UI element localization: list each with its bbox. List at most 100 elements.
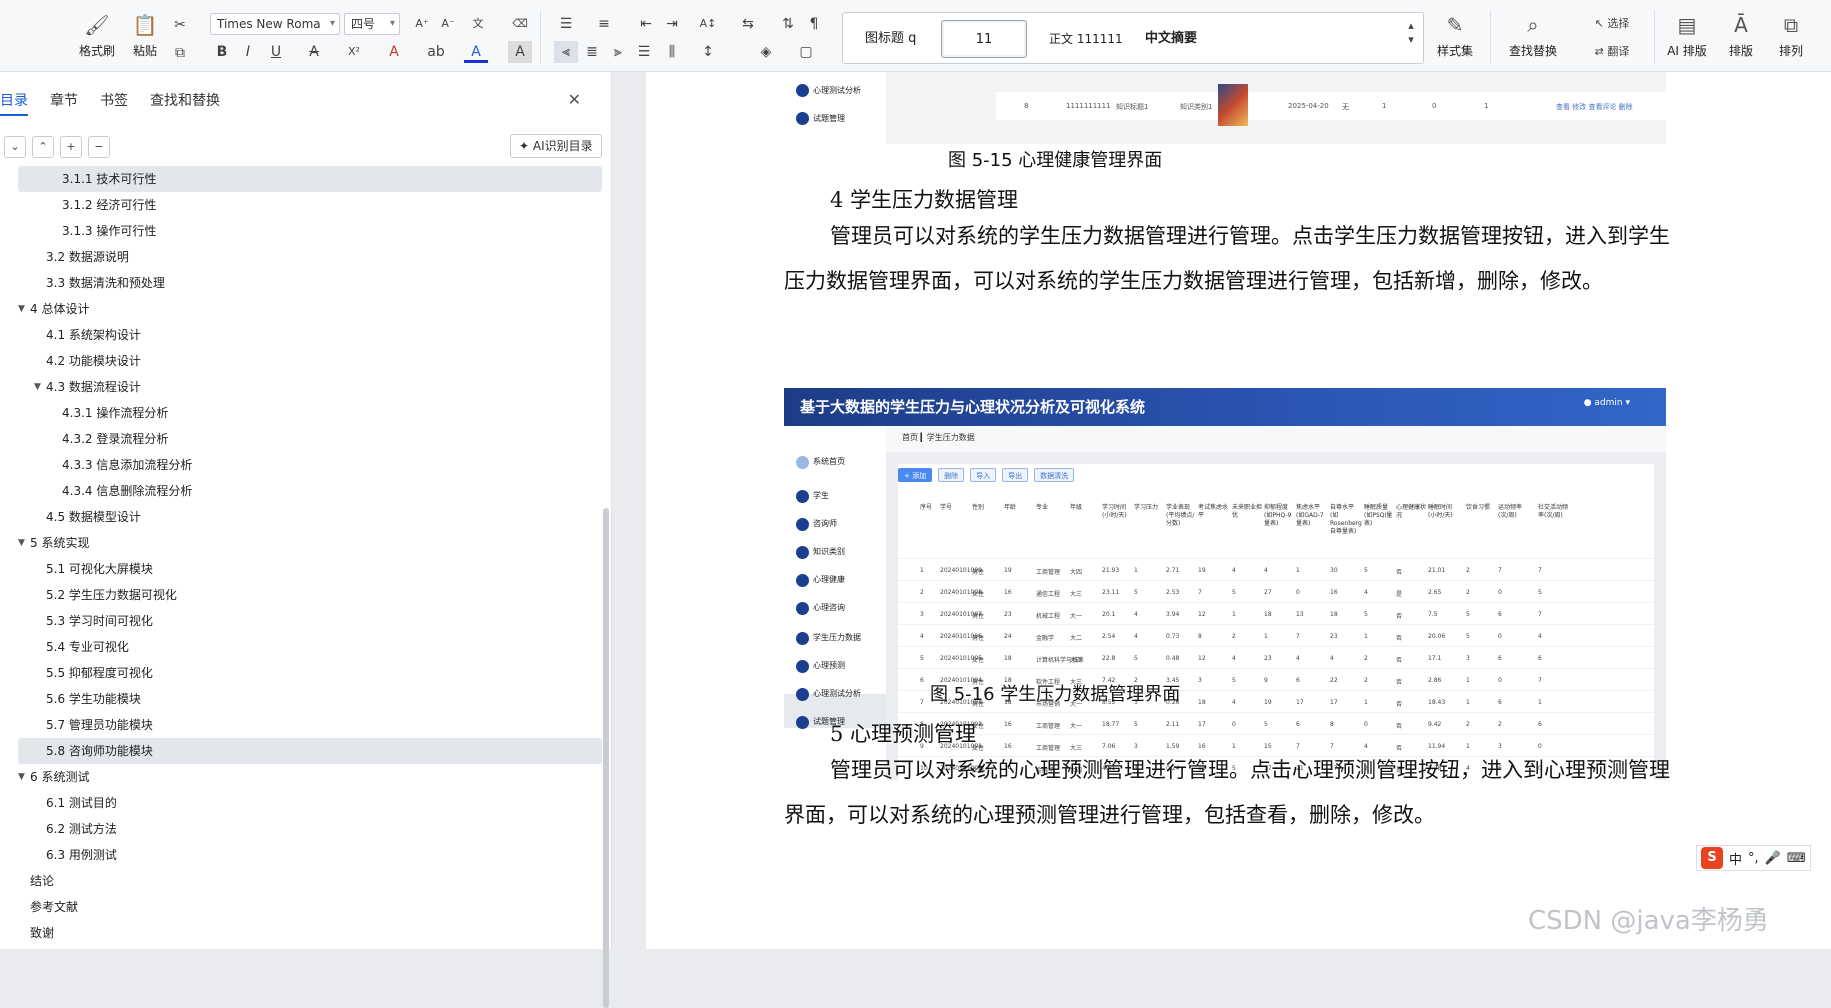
ime-mode[interactable]: 中 <box>1729 849 1742 868</box>
toc-item[interactable]: 5.8 咨询师功能模块 <box>18 738 602 764</box>
strikethrough-icon[interactable]: A <box>302 41 326 63</box>
toc-item[interactable]: 6.2 测试方法 <box>18 816 602 842</box>
layout-button[interactable]: Ā 排版 <box>1718 12 1764 64</box>
toc-item[interactable]: 4.3.1 操作流程分析 <box>18 400 602 426</box>
keyboard-icon[interactable]: ⌨ <box>1787 851 1806 866</box>
toc-item[interactable]: 4.1 系统架构设计 <box>18 322 602 348</box>
paste-button[interactable]: 📋 粘贴 <box>122 12 168 64</box>
tab-toc[interactable]: 目录 <box>0 90 28 116</box>
toc-item[interactable]: 4.3.4 信息删除流程分析 <box>18 478 602 504</box>
grow-font-icon[interactable]: A⁺ <box>410 13 434 35</box>
copy-icon[interactable]: ⧉ <box>168 42 192 64</box>
style-item[interactable]: 图标题 q <box>855 20 926 58</box>
superscript-icon[interactable]: X² <box>342 41 366 63</box>
text-direction-icon[interactable]: A↕ <box>696 13 720 35</box>
decrease-indent-icon[interactable]: ⇤ <box>634 13 658 35</box>
toc-item[interactable]: 3.1.3 操作可行性 <box>18 218 602 244</box>
cut-icon[interactable]: ✂ <box>168 14 192 36</box>
justify-icon[interactable]: ☰ <box>632 41 656 63</box>
style-item[interactable]: 中文摘要 <box>1135 20 1207 58</box>
toc-item[interactable]: 5.4 专业可视化 <box>18 634 602 660</box>
chevron-down-icon[interactable]: ⌄ <box>4 136 26 158</box>
increase-indent-icon[interactable]: ⇥ <box>660 13 684 35</box>
show-marks-icon[interactable]: ¶ <box>802 13 826 35</box>
toc-item[interactable]: 6.1 测试目的 <box>18 790 602 816</box>
highlight-icon[interactable]: ab <box>424 41 448 63</box>
toc-item[interactable]: ▼ 5 系统实现 <box>18 530 602 556</box>
toc-item[interactable]: 6.3 用例测试 <box>18 842 602 868</box>
style-item-selected[interactable]: 11 <box>941 20 1027 58</box>
char-shading-icon[interactable]: A <box>508 41 532 63</box>
font-size-select[interactable]: 四号 ▾ <box>344 13 400 35</box>
scrollbar[interactable] <box>603 508 609 1008</box>
app-nav-label: 系统首页 <box>813 457 845 466</box>
scroll-down-icon[interactable]: ▾ <box>1401 29 1421 51</box>
ime-toolbar[interactable]: S 中 °, 🎤 ⌨ <box>1696 845 1811 871</box>
tab-find-replace[interactable]: 查找和替换 <box>150 90 220 116</box>
expand-triangle-icon[interactable]: ▼ <box>18 530 25 556</box>
layout-icon: Ā <box>1734 13 1748 37</box>
toc-item[interactable]: 5.5 抑郁程度可视化 <box>18 660 602 686</box>
tab-bookmarks[interactable]: 书签 <box>100 90 128 116</box>
toc-item[interactable]: 3.2 数据源说明 <box>18 244 602 270</box>
underline-icon[interactable]: U <box>264 41 288 63</box>
toc-item[interactable]: 结论 <box>18 868 602 894</box>
styles-set-button[interactable]: ✎ 样式集 <box>1432 12 1478 64</box>
toc-item[interactable]: 致谢 <box>18 920 602 946</box>
find-replace-button[interactable]: ⌕ 查找替换 <box>1509 12 1557 64</box>
arrange-button[interactable]: ⧉ 排列 <box>1768 12 1814 64</box>
distribute-icon[interactable]: ⫼ <box>660 41 684 63</box>
font-color-icon[interactable]: A <box>464 41 488 63</box>
toc-item[interactable]: 5.6 学生功能模块 <box>18 686 602 712</box>
style-item[interactable]: 正文 111111 <box>1039 20 1133 58</box>
ai-toc-button[interactable]: ✦ AI识别目录 <box>510 134 602 158</box>
toc-item[interactable]: ▼ 4 总体设计 <box>18 296 602 322</box>
expand-triangle-icon[interactable]: ▼ <box>18 296 25 322</box>
minus-icon[interactable]: − <box>88 136 110 158</box>
toc-item[interactable]: 5.7 管理员功能模块 <box>18 712 602 738</box>
punctuation-icon[interactable]: °, <box>1748 851 1759 866</box>
toc-item[interactable]: 3.1.1 技术可行性 <box>18 166 602 192</box>
align-center-icon[interactable]: ≣ <box>580 41 604 63</box>
translate-button[interactable]: ⇄ 翻译 <box>1582 41 1642 63</box>
toc-item[interactable]: 3.1.2 经济可行性 <box>18 192 602 218</box>
shading-icon[interactable]: ◈ <box>754 41 778 63</box>
toc-item[interactable]: 4.3.2 登录流程分析 <box>18 426 602 452</box>
toc-item[interactable]: 4.5 数据模型设计 <box>18 504 602 530</box>
convert-icon[interactable]: ⇆ <box>736 13 760 35</box>
toc-item[interactable]: 5.3 学习时间可视化 <box>18 608 602 634</box>
align-right-icon[interactable]: ⫸ <box>606 41 630 63</box>
format-painter-button[interactable]: 🖌 格式刷 <box>74 12 120 64</box>
bullet-list-icon[interactable]: ☰ <box>554 13 578 35</box>
sort-icon[interactable]: ⇅ <box>776 13 800 35</box>
toc-item[interactable]: 5.1 可视化大屏模块 <box>18 556 602 582</box>
shrink-font-icon[interactable]: A⁻ <box>436 13 460 35</box>
expand-triangle-icon[interactable]: ▼ <box>34 374 41 400</box>
toc-item[interactable]: 3.3 数据清洗和预处理 <box>18 270 602 296</box>
line-spacing-icon[interactable]: ↕ <box>696 41 720 63</box>
toc-item[interactable]: 5.2 学生压力数据可视化 <box>18 582 602 608</box>
toc-item[interactable]: 参考文献 <box>18 894 602 920</box>
toc-item[interactable]: 4.2 功能模块设计 <box>18 348 602 374</box>
chevron-up-icon[interactable]: ⌃ <box>32 136 54 158</box>
expand-triangle-icon[interactable]: ▼ <box>18 764 25 790</box>
close-icon[interactable]: ✕ <box>568 90 581 109</box>
text-effect-icon[interactable]: A <box>382 41 406 63</box>
clear-format-icon[interactable]: ⌫ <box>508 13 532 35</box>
italic-icon[interactable]: I <box>236 41 260 63</box>
numbered-list-icon[interactable]: ≡ <box>592 13 616 35</box>
align-left-icon[interactable]: ⫷ <box>554 41 578 63</box>
toc-item[interactable]: 4.3.3 信息添加流程分析 <box>18 452 602 478</box>
phonetic-icon[interactable]: 文 <box>466 13 490 35</box>
tab-sections[interactable]: 章节 <box>50 90 78 116</box>
bold-icon[interactable]: B <box>210 41 234 63</box>
select-button[interactable]: ↖ 选择 <box>1582 13 1642 35</box>
font-name-select[interactable]: Times New Roma ▾ <box>210 13 340 35</box>
add-icon[interactable]: + <box>60 136 82 158</box>
microphone-icon[interactable]: 🎤 <box>1765 851 1781 866</box>
toc-item[interactable]: ▼ 6 系统测试 <box>18 764 602 790</box>
ai-layout-button[interactable]: ▤ AI 排版 <box>1664 12 1710 64</box>
toc-item[interactable]: ▼ 4.3 数据流程设计 <box>18 374 602 400</box>
borders-icon[interactable]: ▢ <box>794 41 818 63</box>
table-cell: 16 <box>1004 589 1012 596</box>
